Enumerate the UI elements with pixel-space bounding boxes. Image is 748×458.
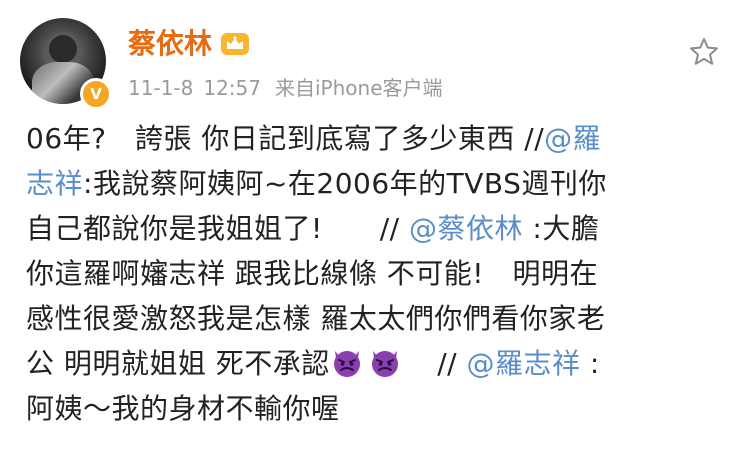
avatar-head-shape: [46, 32, 80, 66]
devil-emoji-icon: [371, 351, 398, 377]
mention-link[interactable]: @羅志祥: [467, 347, 581, 380]
mention-link[interactable]: @羅: [544, 122, 601, 155]
content-text: 自己都說你是我姐姐了! //: [26, 212, 400, 245]
content-text: 你這羅啊嬸志祥 跟我比線條 不可能! 明明在: [26, 257, 599, 290]
devil-emoji-icon: [333, 351, 360, 377]
username[interactable]: 蔡依林: [128, 26, 212, 62]
post-content: 06年? 誇張 你日記到底寫了多少東西 //@羅 志祥:我說蔡阿姨阿~在2006…: [26, 116, 726, 431]
content-line-6: 公 明明就姐姐 死不承認 // @羅志祥 :: [26, 341, 726, 386]
post-source: 来自iPhone客户端: [274, 76, 443, 100]
content-text: 06年? 誇張 你日記到底寫了多少東西 //: [26, 122, 545, 155]
content-line-4: 你這羅啊嬸志祥 跟我比線條 不可能! 明明在: [26, 251, 726, 296]
post-meta: 11-1-8 12:57 来自iPhone客户端: [128, 74, 443, 102]
content-text: :: [589, 347, 600, 380]
content-line-3: 自己都說你是我姐姐了! // @蔡依林 :大膽: [26, 206, 726, 251]
crown-icon: [221, 33, 250, 55]
content-text: :大膽: [532, 212, 600, 245]
content-text: :我說蔡阿姨阿~在2006年的TVBS週刊你: [83, 167, 607, 200]
content-line-5: 感性很愛激怒我是怎樣 羅太太們你們看你家老: [26, 296, 726, 341]
verified-badge-icon: V: [80, 78, 112, 110]
content-line-7: 阿姨～我的身材不輸你喔: [26, 386, 726, 431]
content-text: 公 明明就姐姐 死不承認: [26, 347, 330, 380]
weibo-post: V 蔡依林 11-1-8 12:57 来自iPhone客户端 06年? 誇張 你日記…: [0, 0, 748, 458]
username-row: 蔡依林: [128, 26, 250, 62]
content-line-1: 06年? 誇張 你日記到底寫了多少東西 //@羅: [26, 116, 726, 161]
star-icon[interactable]: [688, 36, 720, 68]
content-line-2: 志祥:我說蔡阿姨阿~在2006年的TVBS週刊你: [26, 161, 726, 206]
content-text: //: [437, 347, 458, 380]
content-text: 感性很愛激怒我是怎樣 羅太太們你們看你家老: [26, 302, 606, 335]
content-text: 阿姨～我的身材不輸你喔: [26, 392, 340, 425]
post-time: 12:57: [203, 76, 261, 100]
mention-link[interactable]: @蔡依林: [409, 212, 523, 245]
mention-link[interactable]: 志祥: [26, 167, 83, 200]
post-date: 11-1-8: [128, 76, 194, 100]
